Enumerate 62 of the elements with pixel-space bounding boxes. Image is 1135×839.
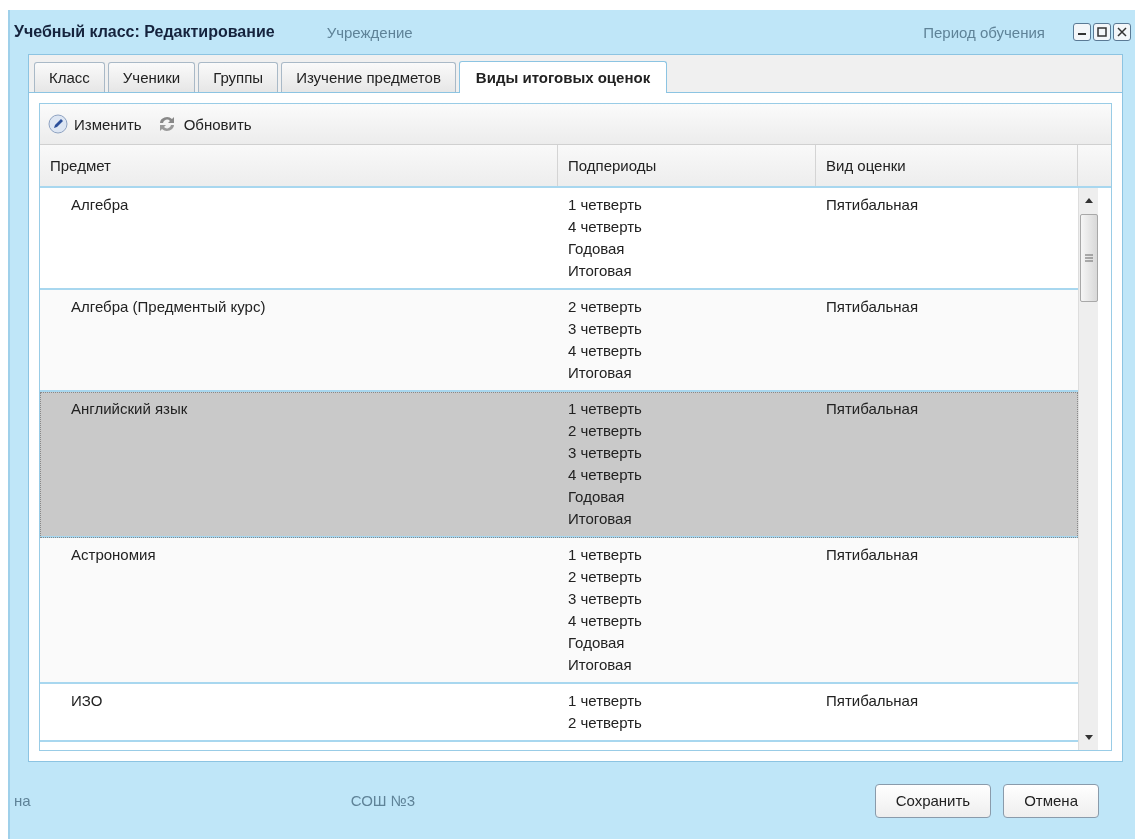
table-cell-text: 1 четверть xyxy=(568,195,643,215)
background-label: СОШ №3 xyxy=(350,792,416,809)
tab[interactable]: Виды итоговых оценок xyxy=(458,61,668,93)
table-cell-text: Годовая xyxy=(568,487,626,507)
scroll-thumb[interactable] xyxy=(1079,214,1098,302)
background-label: Учреждение xyxy=(326,23,413,41)
background-label: на xyxy=(14,792,31,809)
table-cell-text: Годовая xyxy=(568,239,626,259)
background-label: Период обучения xyxy=(923,23,1045,41)
scrollbar[interactable] xyxy=(1078,188,1098,750)
table-cell: Пятибальная xyxy=(826,400,919,417)
scroll-down-icon[interactable] xyxy=(1083,734,1094,742)
table-cell: Английский язык xyxy=(71,400,188,417)
table-cell-text: 2 четверть xyxy=(568,421,643,441)
table-cell-text: Итоговая xyxy=(568,509,633,529)
edit-button[interactable]: Изменить xyxy=(48,114,142,134)
table-cell: ИЗО xyxy=(71,692,103,709)
table-cell-text: 3 четверть xyxy=(568,589,643,609)
scroll-up-icon[interactable] xyxy=(1083,196,1094,204)
table-cell-text: 2 четверть xyxy=(568,297,643,317)
table-row[interactable]: Астрономия 1 четверть 2 четверть 3 четверть 4 четверть Годовая Итоговая Пятибальная xyxy=(40,538,1078,684)
table-row[interactable]: Английский язык 1 четверть 2 четверть 3 четверть 4 четверть Годовая Итоговая Пятибальная xyxy=(40,392,1078,538)
table-cell-text: 1 четверть xyxy=(568,691,643,711)
tab[interactable]: Группы xyxy=(198,62,279,92)
table-cell-text: Итоговая xyxy=(568,261,633,281)
tab[interactable]: Изучение предметов xyxy=(281,62,456,92)
table-cell-text: 4 четверть xyxy=(568,341,643,361)
table-cell: Астрономия xyxy=(71,546,156,563)
table-cell-text: Итоговая xyxy=(568,655,633,675)
window-title: Учебный класс: Редактирование xyxy=(14,23,275,41)
dialog-button[interactable]: Сохранить xyxy=(874,783,992,818)
tab[interactable]: Ученики xyxy=(107,62,196,92)
maximize-button[interactable] xyxy=(1093,23,1111,41)
table-cell: Алгебра (Предментый курс) xyxy=(71,298,266,315)
table-cell-text: 3 четверть xyxy=(568,319,643,339)
table-cell: Пятибальная xyxy=(826,298,919,315)
column-header[interactable]: Предмет xyxy=(40,145,558,186)
column-header[interactable]: Подпериоды xyxy=(558,145,816,186)
table-cell-text: 1 четверть xyxy=(568,399,643,419)
refresh-button[interactable]: Обновить xyxy=(155,114,252,134)
table-row[interactable]: Алгебра (Предментый курс) 2 четверть 3 четверть 4 четверть Итоговая Пятибальная xyxy=(40,290,1078,392)
minimize-button[interactable] xyxy=(1073,23,1091,41)
dialog-button[interactable]: Отмена xyxy=(1003,783,1099,818)
table-cell-text: 4 четверть xyxy=(568,217,643,237)
close-icon xyxy=(1117,27,1127,37)
table-cell-text: Годовая xyxy=(568,633,626,653)
close-button[interactable] xyxy=(1113,23,1131,41)
table-cell-text: 2 четверть xyxy=(568,567,643,587)
table-cell: Пятибальная xyxy=(826,196,919,213)
table-cell-text: 4 четверть xyxy=(568,611,643,631)
pencil-icon xyxy=(48,114,68,134)
table-cell-text: 4 четверть xyxy=(568,465,643,485)
table-cell-text: Итоговая xyxy=(568,363,633,383)
table-cell-text: 2 четверть xyxy=(568,713,643,733)
table-cell: Пятибальная xyxy=(826,692,919,709)
maximize-icon xyxy=(1097,27,1107,37)
column-header[interactable]: Вид оценки xyxy=(816,145,1078,186)
tab[interactable]: Класс xyxy=(34,62,105,92)
table-cell: Пятибальная xyxy=(826,546,919,563)
table-cell: Алгебра xyxy=(71,196,129,213)
table-cell-text: 1 четверть xyxy=(568,545,643,565)
table-cell-text: 3 четверть xyxy=(568,443,643,463)
